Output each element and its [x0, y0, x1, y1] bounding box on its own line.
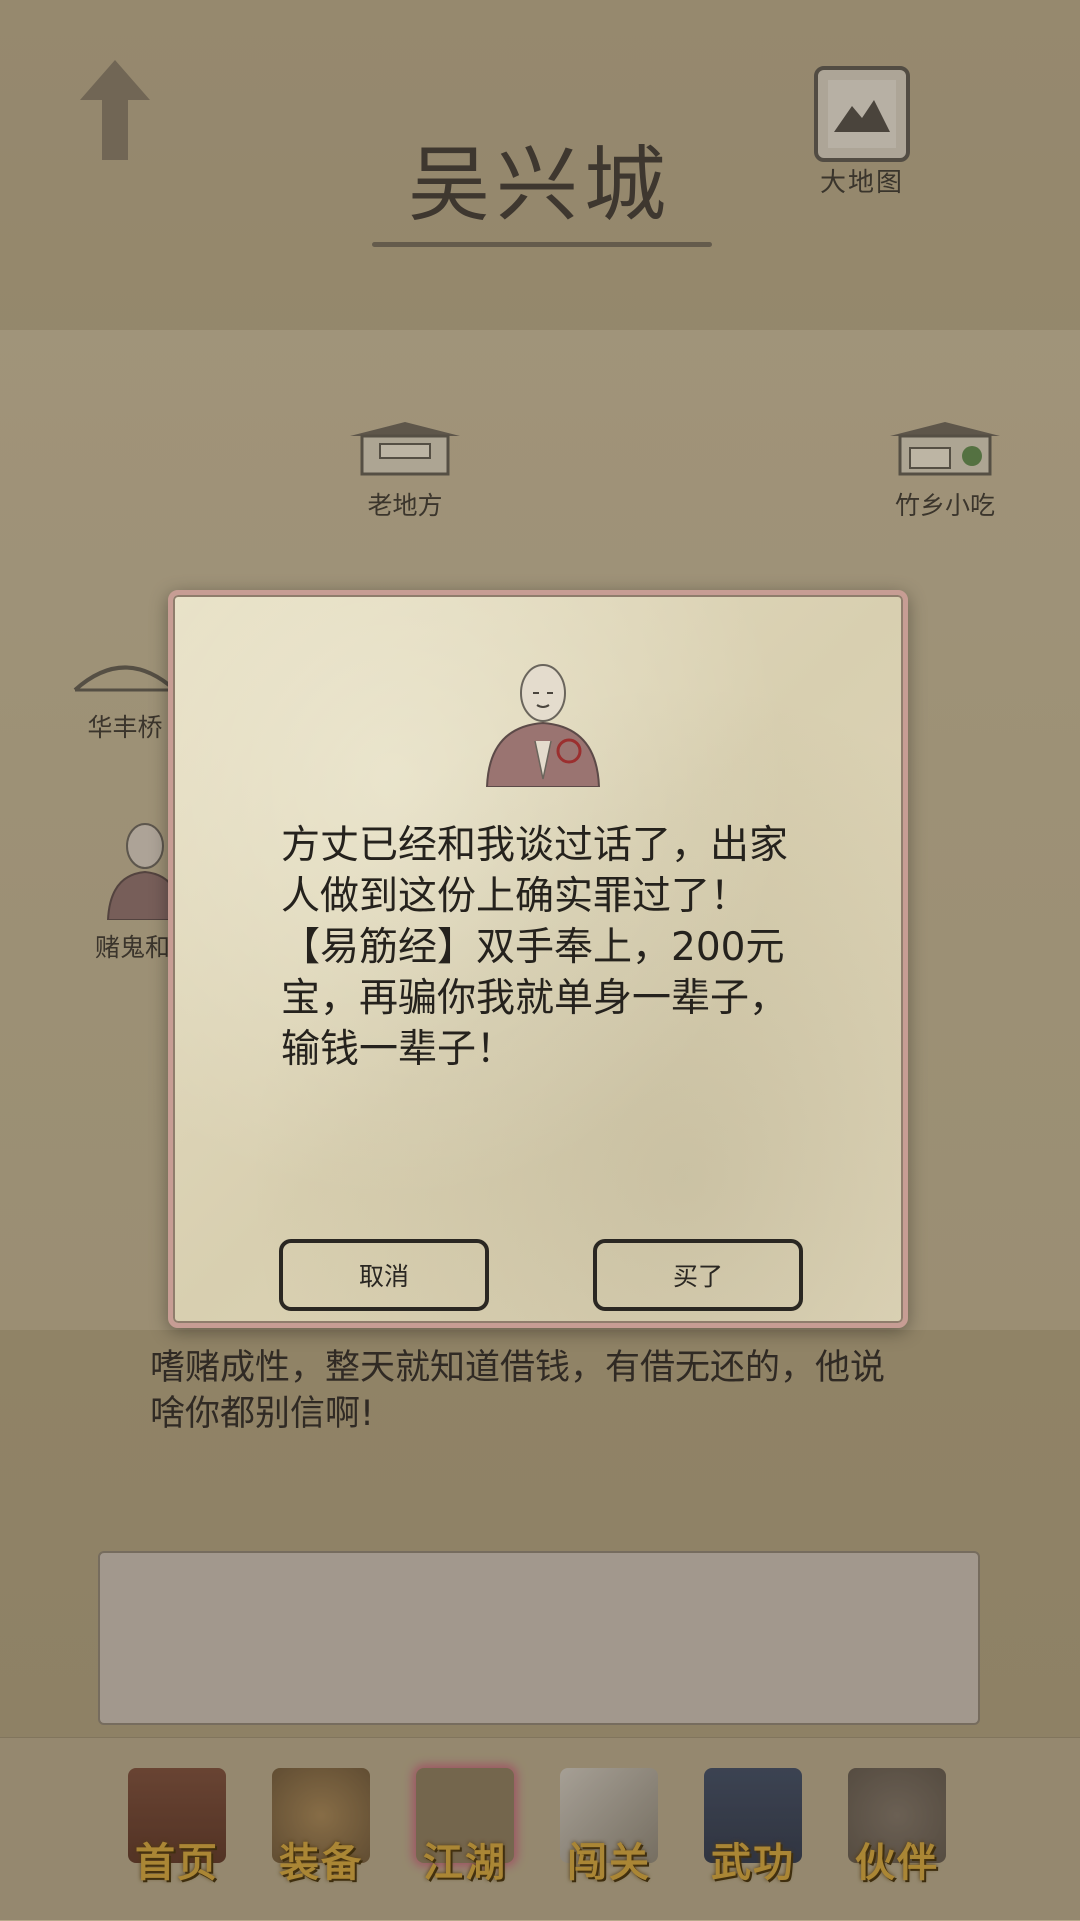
purchase-dialog: 方丈已经和我谈过话了，出家人做到这份上确实罪过了！【易筋经】双手奉上，200元宝… — [168, 590, 908, 1328]
cancel-button[interactable]: 取消 — [279, 1239, 489, 1311]
dialog-message: 方丈已经和我谈过话了，出家人做到这份上确实罪过了！【易筋经】双手奉上，200元宝… — [281, 823, 789, 1072]
confirm-buy-button[interactable]: 买了 — [593, 1239, 803, 1311]
monk-portrait-icon — [485, 664, 601, 787]
